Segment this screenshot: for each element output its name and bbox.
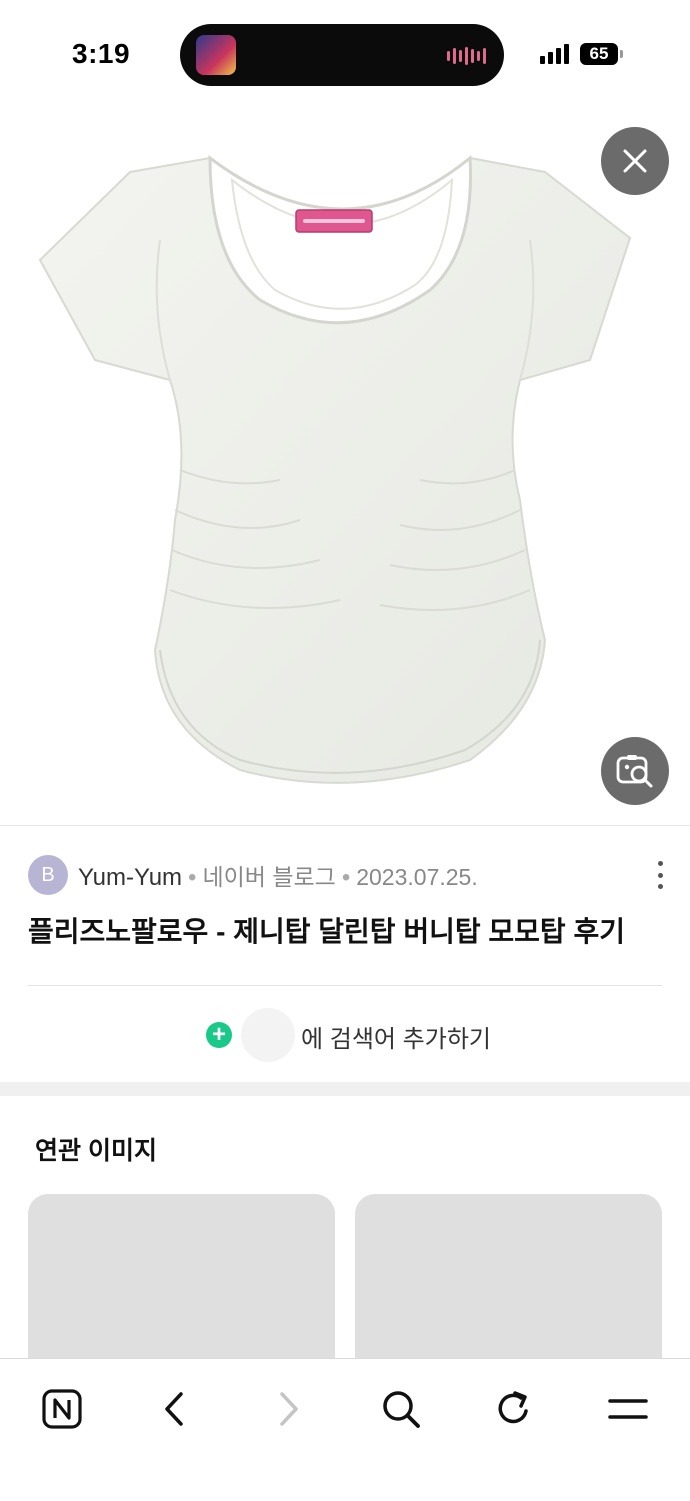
battery-indicator: 65 (580, 43, 618, 65)
author-name[interactable]: Yum-Yum (78, 864, 182, 891)
dynamic-island[interactable] (180, 24, 504, 86)
more-options-button[interactable] (648, 857, 672, 893)
add-search-term-row[interactable]: + 에 검색어 추가하기 (0, 1006, 690, 1062)
source-line[interactable]: Yum-Yum • 네이버 블로그 • 2023.07.25. (78, 858, 478, 892)
more-dot-icon (657, 872, 663, 878)
separator-dot: • (341, 864, 351, 891)
more-dot-icon (657, 861, 663, 866)
blog-avatar[interactable]: B (28, 855, 68, 895)
divider (28, 985, 662, 986)
close-icon (623, 149, 647, 173)
battery-tip (620, 50, 623, 58)
divider (0, 825, 690, 826)
plus-icon: + (206, 1022, 232, 1048)
add-search-term-label: 에 검색어 추가하기 (301, 1026, 491, 1053)
back-button[interactable] (145, 1379, 205, 1439)
audio-wave-icon (447, 46, 486, 66)
menu-icon (608, 1399, 648, 1419)
naver-home-button[interactable] (32, 1379, 92, 1439)
close-button[interactable] (601, 127, 669, 195)
refresh-icon (498, 1391, 528, 1424)
image-search-button[interactable] (601, 737, 669, 805)
post-date: 2023.07.25. (356, 864, 478, 890)
related-images-title: 연관 이미지 (35, 1137, 157, 1165)
status-bar: 3:19 65 (0, 0, 690, 110)
forward-button[interactable] (258, 1379, 318, 1439)
search-button[interactable] (371, 1379, 431, 1439)
cellular-signal-icon (540, 44, 569, 64)
section-divider (0, 1082, 690, 1096)
separator-dot: • (188, 864, 197, 891)
search-icon (383, 1391, 420, 1428)
white-top-image (38, 154, 632, 784)
source-name: 네이버 블로그 (202, 864, 336, 890)
bottom-toolbar (0, 1358, 690, 1501)
more-dot-icon (657, 884, 663, 889)
now-playing-artwork (196, 35, 236, 75)
back-icon (165, 1392, 183, 1426)
forward-icon (280, 1392, 298, 1426)
image-search-icon (616, 755, 653, 788)
product-image[interactable] (0, 110, 690, 825)
post-title[interactable]: 플리즈노팔로우 - 제니탑 달린탑 버니탑 모모탑 후기 (28, 910, 625, 950)
naver-home-icon (42, 1389, 82, 1429)
status-time: 3:19 (72, 38, 131, 69)
refresh-button[interactable] (484, 1379, 544, 1439)
search-term-bubble[interactable] (241, 1008, 295, 1062)
menu-button[interactable] (598, 1379, 658, 1439)
